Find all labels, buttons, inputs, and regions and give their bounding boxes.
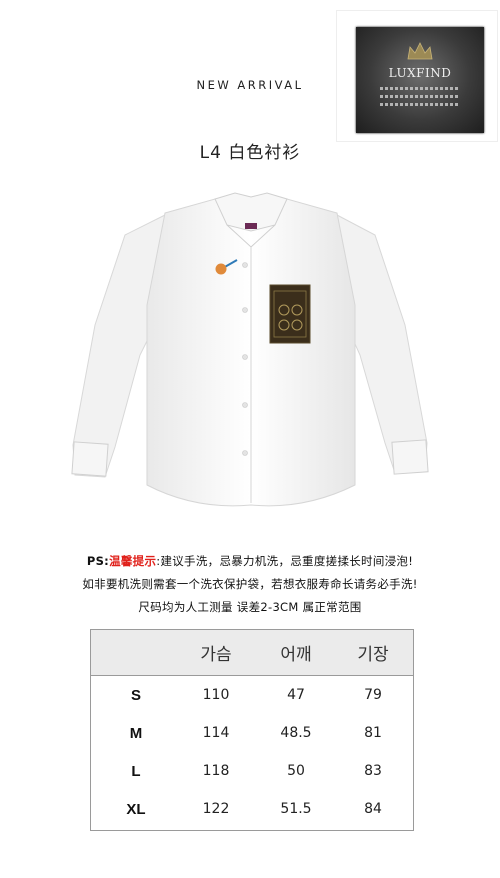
crown-icon	[407, 42, 433, 60]
care-note-line-1: PS:温馨提示:建议手洗，忌暴力机洗，忌重度搓揉长时间浸泡!	[0, 553, 500, 569]
header-length: 기장	[357, 645, 389, 665]
table-row: S 110 47 79	[91, 677, 413, 715]
chest-value: 122	[202, 801, 230, 817]
table-row: L 118 50 83	[91, 753, 413, 791]
size-label: XL	[126, 801, 146, 818]
chest-value: 110	[202, 687, 230, 703]
care-note-line-2: 如非要机洗则需套一个洗衣保护袋，若想衣服寿命长请务必手洗!	[82, 577, 418, 591]
size-label: M	[129, 725, 143, 742]
chest-value: 114	[202, 725, 230, 741]
table-row: M 114 48.5 81	[91, 715, 413, 753]
ps-label: PS:	[86, 554, 110, 568]
header-shoulder: 어깨	[280, 645, 312, 665]
length-value: 81	[364, 725, 382, 741]
logo-tagline-2	[380, 95, 460, 98]
chest-value: 118	[202, 763, 230, 779]
size-table: 가슴 어깨 기장 S 110 47 79 M 114 48.5 81 L 118…	[90, 629, 414, 831]
length-value: 83	[364, 763, 382, 779]
header-chest: 가슴	[200, 645, 232, 665]
measurement-note: 尺码均为人工测量 误差2-3CM 属正常范围	[138, 600, 362, 614]
shoulder-value: 48.5	[280, 725, 312, 741]
size-label: L	[131, 763, 141, 780]
size-table-header: 가슴 어깨 기장	[91, 630, 413, 676]
shoulder-value: 50	[287, 763, 305, 779]
product-title: L4 白色衬衫	[199, 143, 301, 163]
length-value: 79	[364, 687, 382, 703]
new-arrival-label: NEW ARRIVAL	[196, 78, 304, 92]
product-shirt-image	[71, 192, 429, 507]
table-row: XL 122 51.5 84	[91, 791, 413, 829]
shoulder-value: 51.5	[280, 801, 312, 817]
length-value: 84	[364, 801, 382, 817]
logo-tagline-3	[380, 103, 460, 106]
warm-tip-label: 温馨提示	[109, 554, 157, 568]
size-label: S	[130, 687, 141, 704]
shoulder-value: 47	[287, 687, 305, 703]
care-note-text: :建议手洗，忌暴力机洗，忌重度搓揉长时间浸泡!	[156, 554, 414, 568]
